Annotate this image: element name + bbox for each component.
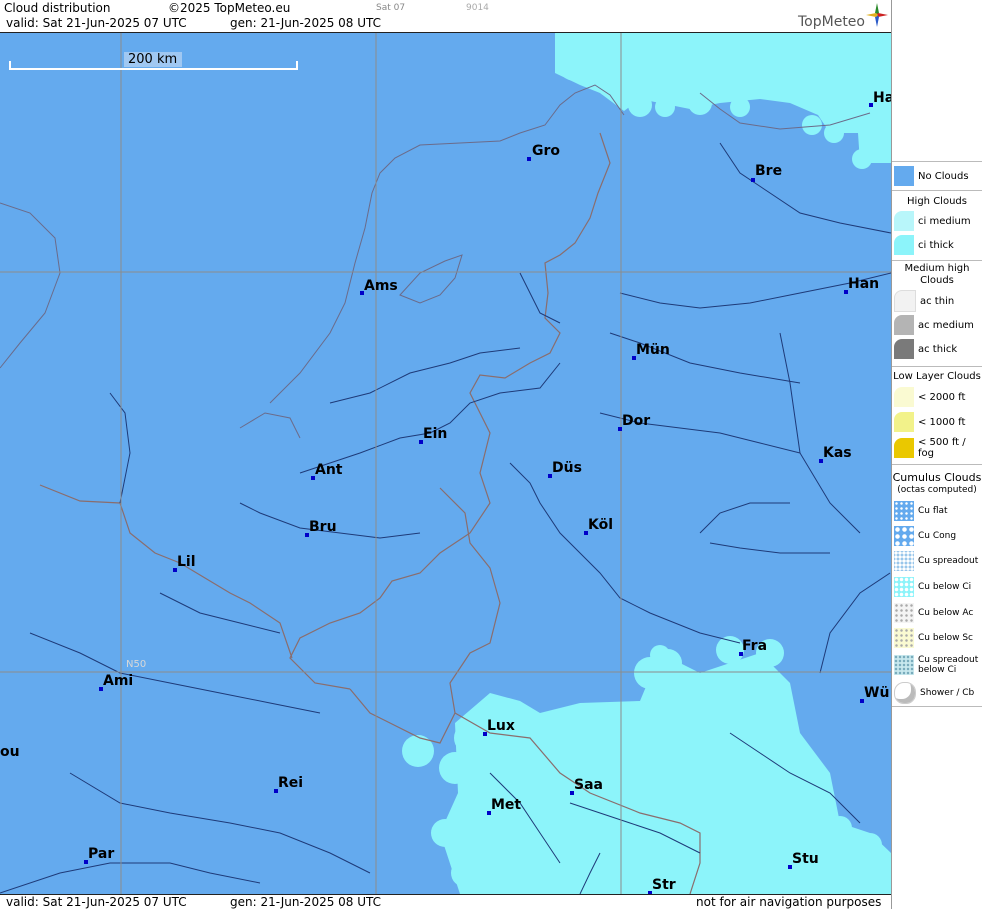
cu-cong-swatch <box>894 526 914 546</box>
legend-ci-medium: ci medium <box>894 210 971 232</box>
legend-label: Cu flat <box>918 506 948 516</box>
disclaimer-text: not for air navigation purposes <box>696 895 882 909</box>
legend-cu-spreadout: Cu spreadout <box>894 550 978 572</box>
city-label: Ams <box>364 278 398 294</box>
ac-thick-swatch <box>894 339 914 359</box>
brand-name: TopMeteo <box>798 14 865 30</box>
legend-label: ac medium <box>918 319 974 331</box>
legend-panel: No Clouds High Clouds ci medium ci thick… <box>891 0 983 909</box>
city-label: Ha <box>873 90 891 106</box>
no-clouds-swatch <box>894 166 914 186</box>
city-label: Bru <box>309 519 337 535</box>
legend-label: Cu below Ac <box>918 608 974 618</box>
city-label: ou <box>0 744 20 760</box>
ci-medium-swatch <box>894 211 914 231</box>
legend-label: Shower / Cb <box>920 688 975 698</box>
footer-valid-time: valid: Sat 21-Jun-2025 07 UTC <box>6 895 187 909</box>
generated-time: gen: 21-Jun-2025 08 UTC <box>230 16 382 30</box>
legend-label: < 1000 ft <box>918 416 966 428</box>
city-label: Ami <box>103 673 134 689</box>
copyright-text: ©2025 TopMeteo.eu <box>168 1 291 15</box>
legend-ac-thick: ac thick <box>894 338 957 360</box>
city-label: Kas <box>823 445 852 461</box>
cu-spreadout-below-ci-swatch <box>894 655 914 675</box>
legend-ac-medium: ac medium <box>894 314 974 336</box>
footer-generated-time: gen: 21-Jun-2025 08 UTC <box>230 895 382 909</box>
legend-label: Cu below Sc <box>918 633 973 643</box>
city-label: Bre <box>755 163 783 179</box>
legend-label: ac thin <box>920 295 955 307</box>
cloud-map: 200 km N50 Gro Bre Ha Ams Han Mün Ein Do… <box>0 33 891 894</box>
city-label: Köl <box>588 517 614 533</box>
city-label: Fra <box>742 638 768 654</box>
legend-cu-flat: Cu flat <box>894 500 948 522</box>
cumulus-subtitle: (octas computed) <box>897 485 977 495</box>
legend-cu-below-ac: Cu below Ac <box>894 602 973 624</box>
ci-thick-swatch <box>894 235 914 255</box>
city-label: Gro <box>532 143 561 159</box>
legend-ci-thick: ci thick <box>894 234 954 256</box>
scale-label: 200 km <box>128 52 178 67</box>
legend-label: ac thick <box>918 343 958 355</box>
legend-label: < 500 ft / fog <box>918 437 966 459</box>
footer-bar: valid: Sat 21-Jun-2025 07 UTC gen: 21-Ju… <box>0 894 891 910</box>
low-500-swatch <box>894 438 914 458</box>
legend-label: Cu Cong <box>918 531 957 541</box>
city-label: Ant <box>315 462 343 478</box>
low-clouds-title: Low Layer Clouds <box>893 371 981 382</box>
compass-logo-icon <box>866 3 888 27</box>
legend-label: ci thick <box>918 239 954 251</box>
legend-label: No Clouds <box>918 170 969 182</box>
city-label: Lil <box>177 554 196 570</box>
valid-time: valid: Sat 21-Jun-2025 07 UTC <box>6 16 187 30</box>
latitude-label: N50 <box>126 659 147 670</box>
city-label: Par <box>88 846 115 862</box>
legend-cu-below-sc: Cu below Sc <box>894 627 973 649</box>
city-marker <box>527 157 531 161</box>
legend-cu-cong: Cu Cong <box>894 525 956 547</box>
city-label: Lux <box>487 718 515 734</box>
legend-low-500: < 500 ft / fog <box>894 437 983 459</box>
legend-label: Cu spreadout <box>918 556 979 566</box>
cu-flat-swatch <box>894 501 914 521</box>
legend-ac-thin: ac thin <box>894 290 954 312</box>
legend-low-2000: < 2000 ft <box>894 386 965 408</box>
map-title: Cloud distribution <box>4 1 111 15</box>
high-clouds-title: High Clouds <box>907 196 967 207</box>
header-bar: Cloud distribution ©2025 TopMeteo.eu Sat… <box>0 0 891 33</box>
legend-cu-spreadout-below-ci: Cu spreadout below Ci <box>894 654 982 676</box>
ac-thin-swatch <box>894 290 916 312</box>
cumulus-title: Cumulus Clouds <box>892 471 982 484</box>
legend-label: ci medium <box>918 215 971 227</box>
city-label: Met <box>491 797 522 813</box>
legend-label: < 2000 ft <box>918 391 966 403</box>
city-label: Saa <box>574 777 603 793</box>
shower-swatch <box>894 682 916 704</box>
city-label: Ein <box>423 426 448 442</box>
low-2000-swatch <box>894 387 914 407</box>
legend-label: Cu below Ci <box>918 582 972 592</box>
legend-no-clouds: No Clouds <box>894 165 969 187</box>
legend-low-1000: < 1000 ft <box>894 411 965 433</box>
legend-cu-below-ci: Cu below Ci <box>894 576 971 598</box>
run-number: 9014 <box>466 3 489 13</box>
cu-below-ac-swatch <box>894 603 914 623</box>
medium-clouds-title: Medium high Clouds <box>904 263 970 286</box>
city-label: Düs <box>552 460 582 476</box>
city-label: Dor <box>622 413 651 429</box>
city-label: Stu <box>792 851 819 867</box>
city-label: Str <box>652 877 676 893</box>
legend-label: Cu spreadout below Ci <box>918 655 979 675</box>
city-label: Wü <box>864 685 890 701</box>
city-label: Rei <box>278 775 304 791</box>
cu-spreadout-swatch <box>894 551 914 571</box>
city-label: Mün <box>636 342 670 358</box>
ac-medium-swatch <box>894 315 914 335</box>
city-label: Han <box>848 276 880 292</box>
cu-below-ci-swatch <box>894 577 914 597</box>
sat-code: Sat 07 <box>376 3 406 13</box>
low-1000-swatch <box>894 412 914 432</box>
cu-below-sc-swatch <box>894 628 914 648</box>
legend-shower: Shower / Cb <box>894 682 974 704</box>
